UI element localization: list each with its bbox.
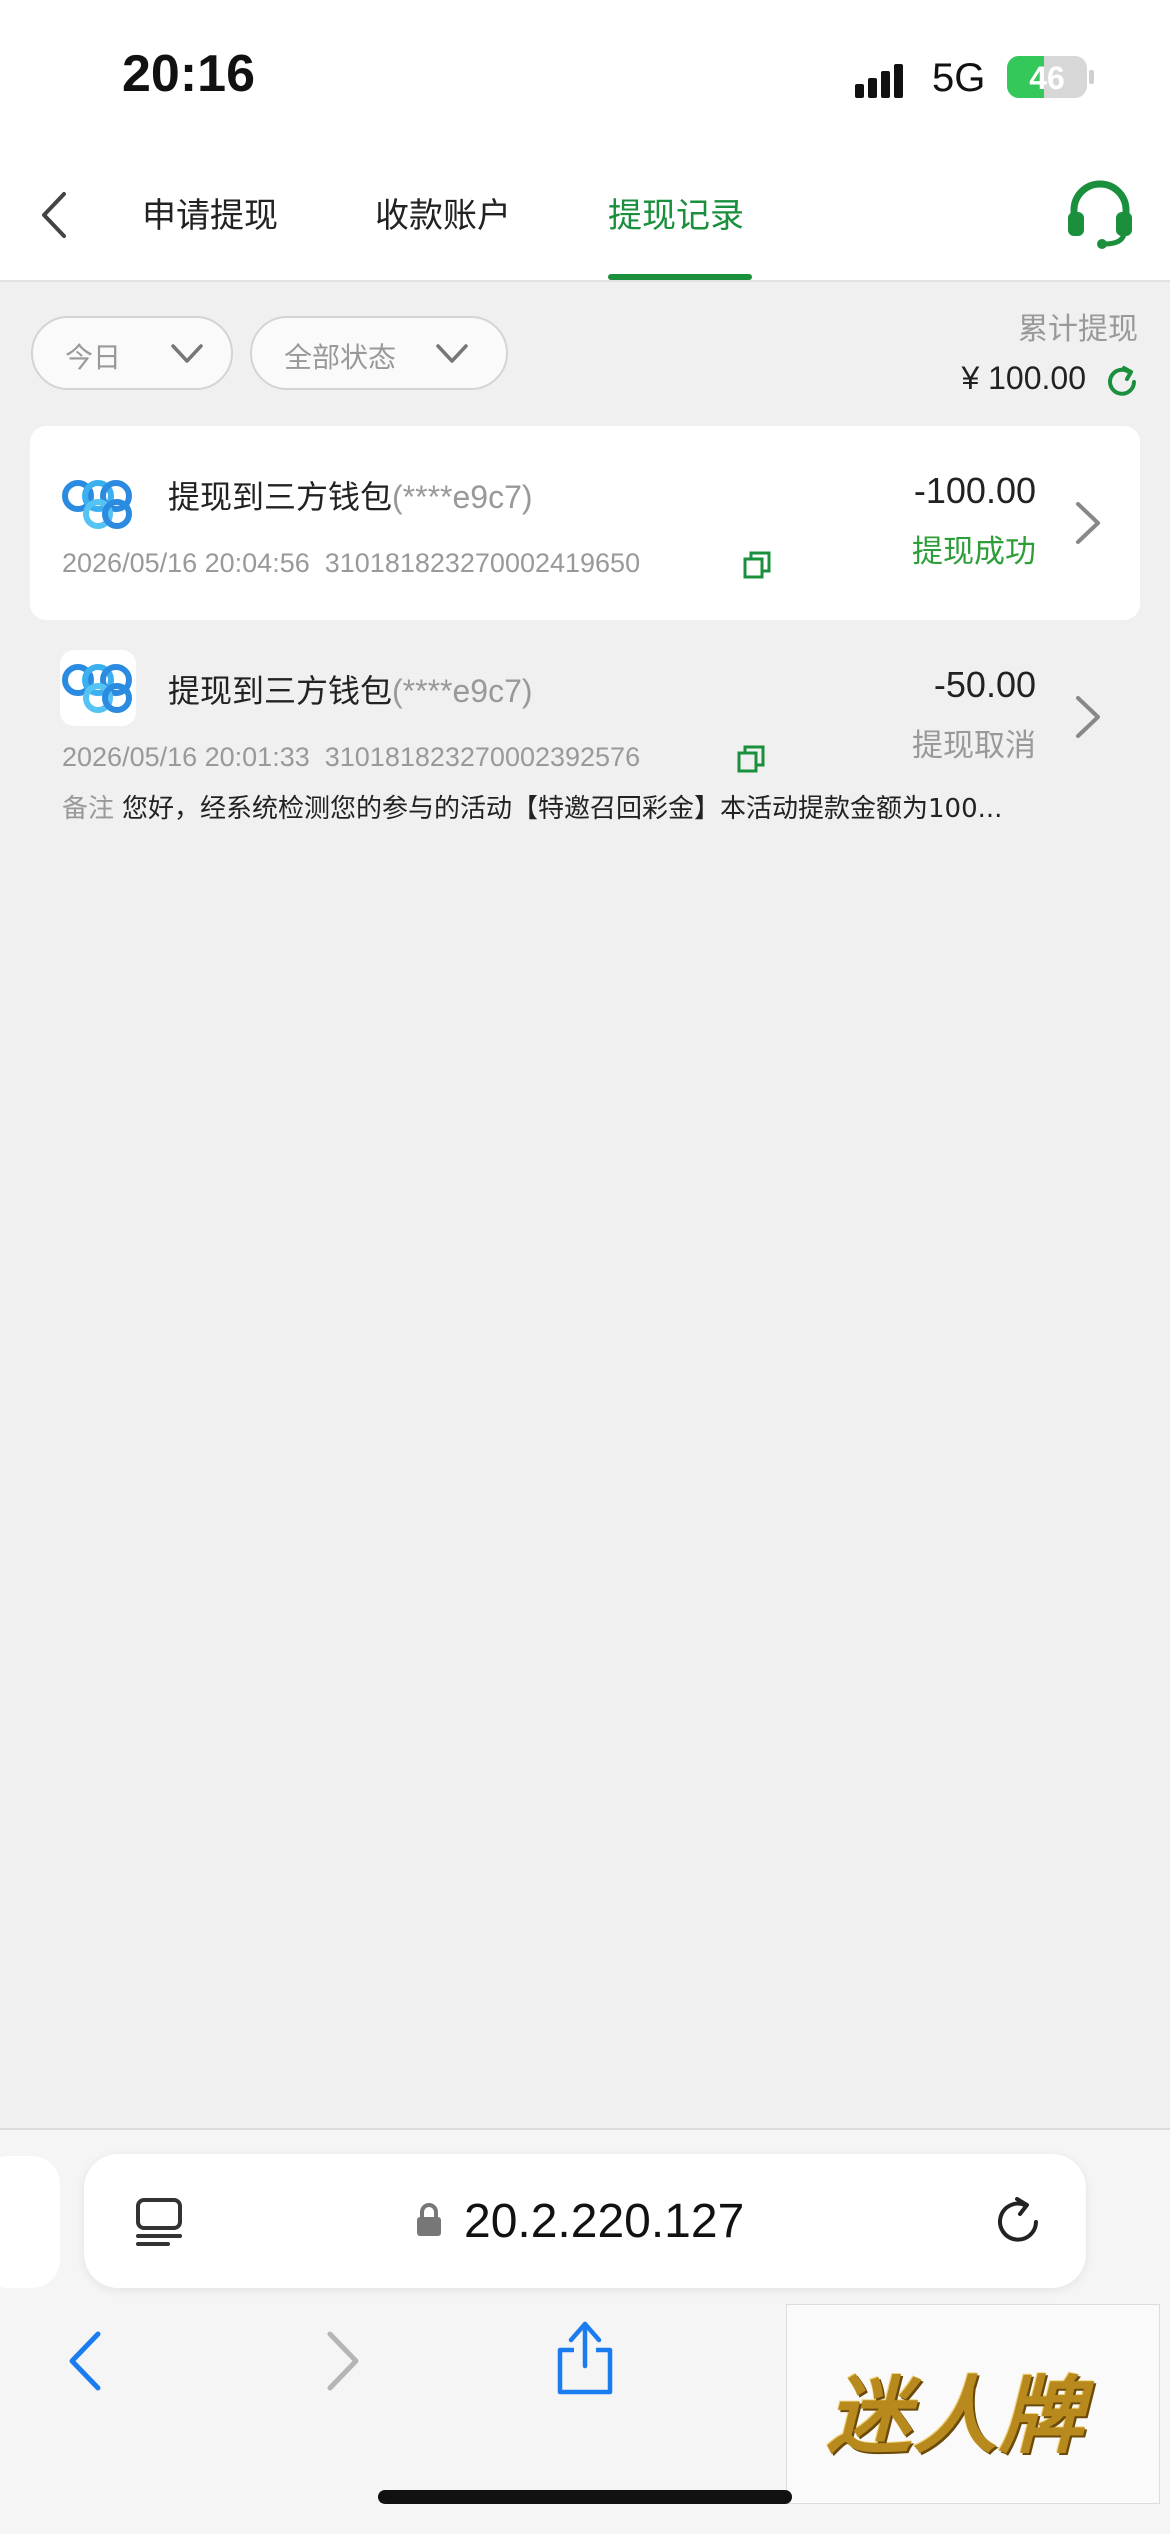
status-filter-label: 全部状态 <box>284 341 397 374</box>
record-datetime: 2026/05/16 20:01:33 <box>62 742 310 772</box>
remark-label: 备注 <box>62 794 115 824</box>
app-logo-icon <box>60 650 136 726</box>
chevron-right-icon <box>1076 502 1100 544</box>
url-text: 20.2.220.127 <box>464 2195 745 2248</box>
top-nav: 申请提现 收款账户 提现记录 <box>0 150 1170 282</box>
record-masked-account: (****e9c7) <box>392 673 533 709</box>
record-status: 提现取消 <box>912 728 1036 764</box>
chevron-down-icon <box>171 344 203 363</box>
tab-withdraw-records[interactable]: 提现记录 <box>608 188 744 280</box>
watermark-text: 迷人牌 <box>827 2367 1086 2465</box>
browser-back-icon[interactable] <box>58 2326 118 2396</box>
remark-text: 您好，经系统检测您的参与的活动【特邀召回彩金】本活动提款金额为100... <box>122 794 1003 824</box>
withdraw-record-1[interactable]: 提现到三方钱包(****e9c7) 2026/05/16 20:04:56 31… <box>30 426 1140 620</box>
watermark-logo: 迷人牌 <box>786 2304 1160 2504</box>
reload-icon[interactable] <box>992 2194 1046 2248</box>
copy-icon[interactable] <box>742 550 772 580</box>
record-meta: 2026/05/16 20:04:56 31018182327000241965… <box>62 548 640 579</box>
record-order-no: 310181823270002392576 <box>324 742 641 772</box>
withdraw-record-2[interactable]: 提现到三方钱包(****e9c7) 2026/05/16 20:01:33 31… <box>30 620 1140 850</box>
record-title-text: 提现到三方钱包 <box>168 478 393 516</box>
previous-tab-peek[interactable] <box>0 2156 60 2288</box>
battery-cap <box>1089 70 1094 84</box>
share-icon[interactable] <box>552 2316 618 2396</box>
battery-icon: 46 <box>1007 56 1087 98</box>
total-withdraw-row: ¥ 100.00 <box>902 360 1142 402</box>
record-meta: 2026/05/16 20:01:33 31018182327000239257… <box>62 742 640 773</box>
headset-icon <box>1068 180 1132 249</box>
record-masked-account: (****e9c7) <box>392 479 533 515</box>
tab-apply-withdraw[interactable]: 申请提现 <box>142 188 278 280</box>
network-type: 5G <box>932 56 986 100</box>
customer-service-button[interactable] <box>1060 172 1140 252</box>
reader-mode-icon[interactable] <box>134 2196 184 2248</box>
browser-forward-icon[interactable] <box>310 2326 370 2396</box>
back-button[interactable] <box>30 180 90 250</box>
signal-icon <box>855 58 915 98</box>
date-filter-label: 今日 <box>65 341 122 374</box>
address-bar[interactable]: 20.2.220.127 <box>84 2154 1086 2288</box>
refresh-icon[interactable] <box>1102 362 1142 402</box>
chevron-left-icon <box>42 192 66 238</box>
chevron-right-icon <box>1076 696 1100 738</box>
tab-payee-account[interactable]: 收款账户 <box>375 188 511 280</box>
total-withdraw-label: 累计提现 <box>1018 312 1138 347</box>
record-remark: 备注 您好，经系统检测您的参与的活动【特邀召回彩金】本活动提款金额为100... <box>62 788 1062 825</box>
record-title-text: 提现到三方钱包 <box>168 672 393 710</box>
chevron-down-icon <box>436 344 468 363</box>
record-order-no: 310181823270002419650 <box>324 548 641 578</box>
record-title: 提现到三方钱包(****e9c7) <box>168 472 533 518</box>
active-tab-indicator <box>608 274 752 280</box>
record-amount: -50.00 <box>933 664 1036 705</box>
record-status: 提现成功 <box>912 534 1036 570</box>
record-title: 提现到三方钱包(****e9c7) <box>168 666 533 712</box>
status-time: 20:16 <box>122 45 255 103</box>
date-filter-dropdown[interactable]: 今日 <box>31 316 233 390</box>
record-datetime: 2026/05/16 20:04:56 <box>62 548 310 578</box>
battery-level: 46 <box>1029 60 1065 96</box>
copy-icon[interactable] <box>736 744 766 774</box>
lock-icon <box>417 2203 441 2236</box>
total-withdraw-value: ¥ 100.00 <box>961 360 1086 396</box>
status-filter-dropdown[interactable]: 全部状态 <box>250 316 508 390</box>
status-bar: 20:16 5G 46 <box>0 0 1170 150</box>
record-amount: -100.00 <box>913 470 1036 511</box>
home-indicator <box>378 2490 792 2504</box>
app-logo-icon <box>60 466 136 542</box>
